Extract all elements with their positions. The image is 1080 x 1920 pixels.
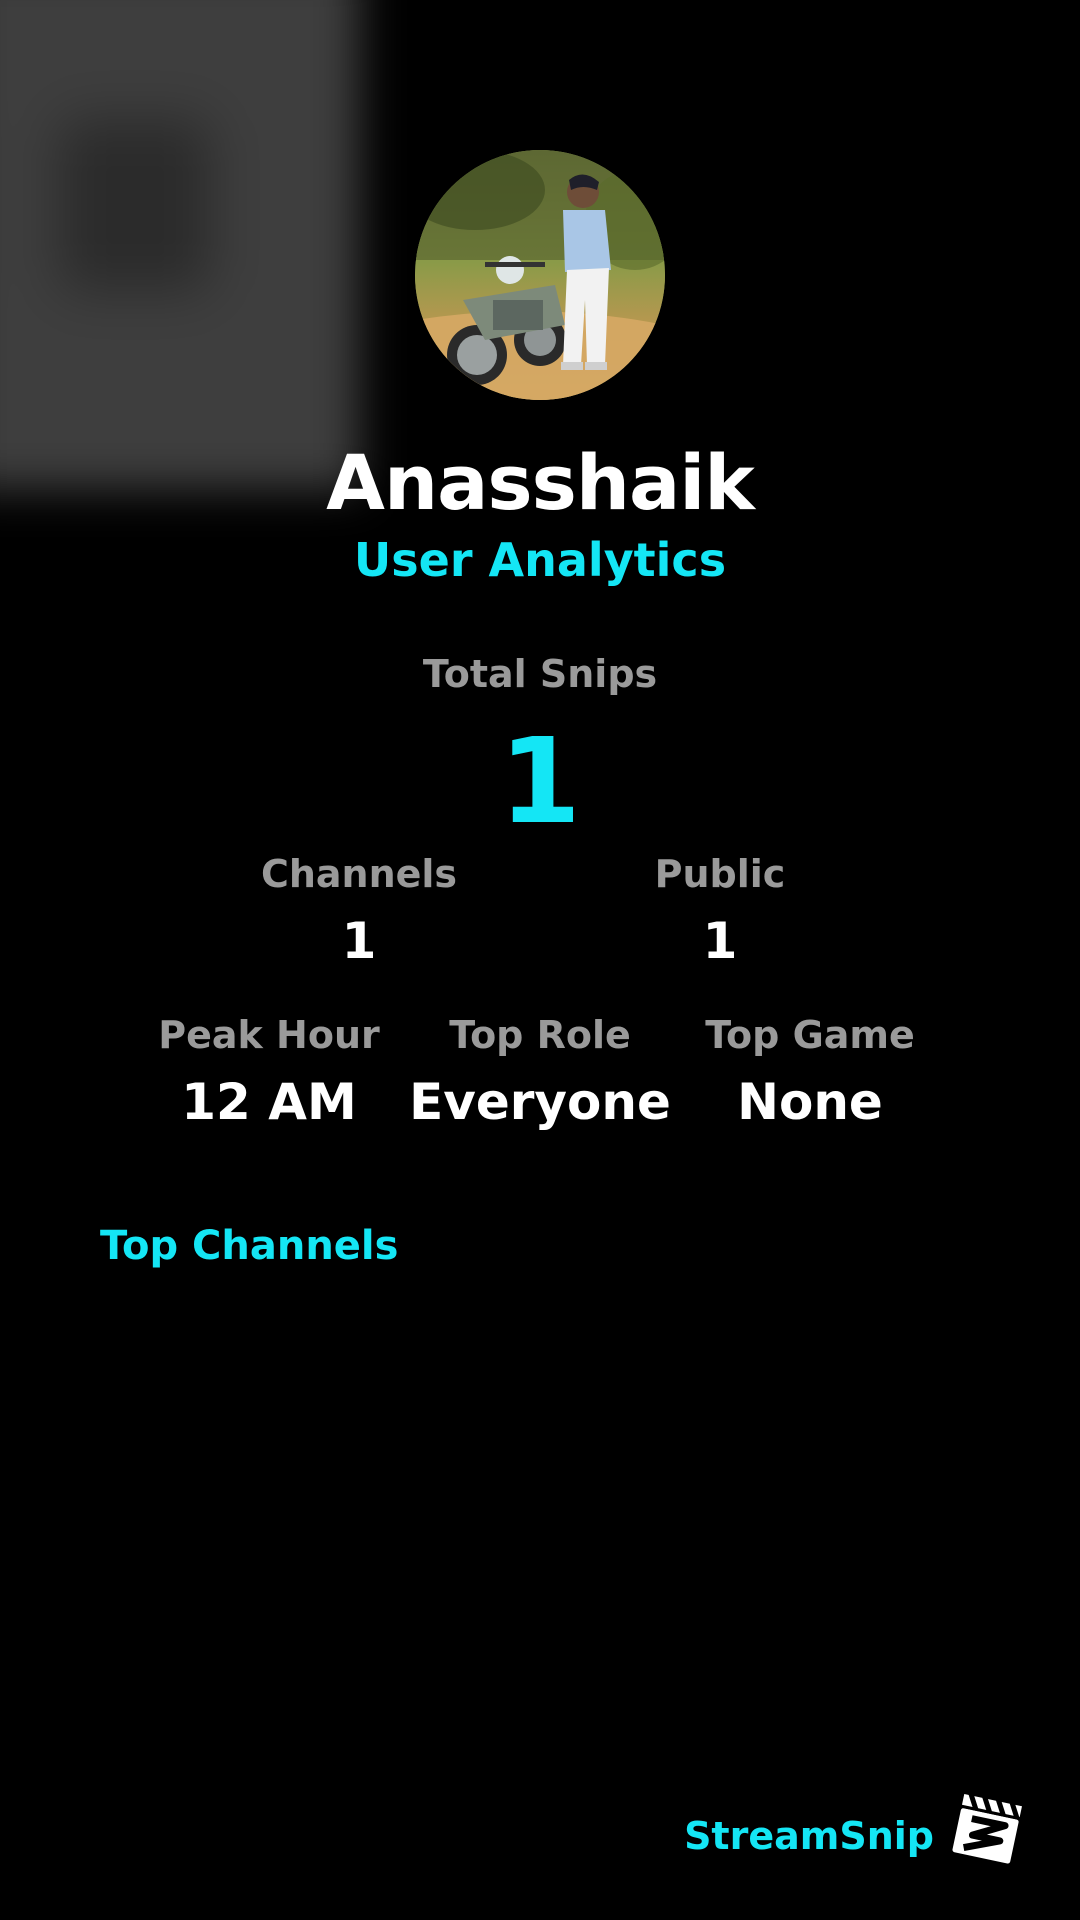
top-game-value: None xyxy=(737,1073,883,1131)
username: Anasshaik xyxy=(326,438,755,527)
blurred-thumbnail-shape xyxy=(60,120,210,290)
top-channels-heading: Top Channels xyxy=(100,1223,399,1269)
avatar-photo xyxy=(415,150,665,400)
public-label: Public xyxy=(654,852,786,896)
top-role-value: Everyone xyxy=(409,1073,671,1131)
avatar xyxy=(415,150,665,400)
analytics-page: Anasshaik User Analytics Total Snips 1 C… xyxy=(0,0,1080,1920)
blurred-background-thumbnail xyxy=(0,0,360,490)
peak-hour-value: 12 AM xyxy=(181,1073,357,1131)
channels-label: Channels xyxy=(260,852,458,896)
peak-hour-label: Peak Hour xyxy=(158,1013,380,1057)
page-subtitle: User Analytics xyxy=(353,533,727,587)
clapperboard-icon xyxy=(949,1790,1026,1867)
top-role-label: Top Role xyxy=(449,1013,631,1057)
top-game-label: Top Game xyxy=(705,1013,915,1057)
total-snips-label: Total Snips xyxy=(422,652,658,696)
channels-value: 1 xyxy=(341,912,377,970)
total-snips-value: 1 xyxy=(498,712,582,850)
brand-name: StreamSnip xyxy=(684,1814,934,1858)
public-value: 1 xyxy=(702,912,738,970)
